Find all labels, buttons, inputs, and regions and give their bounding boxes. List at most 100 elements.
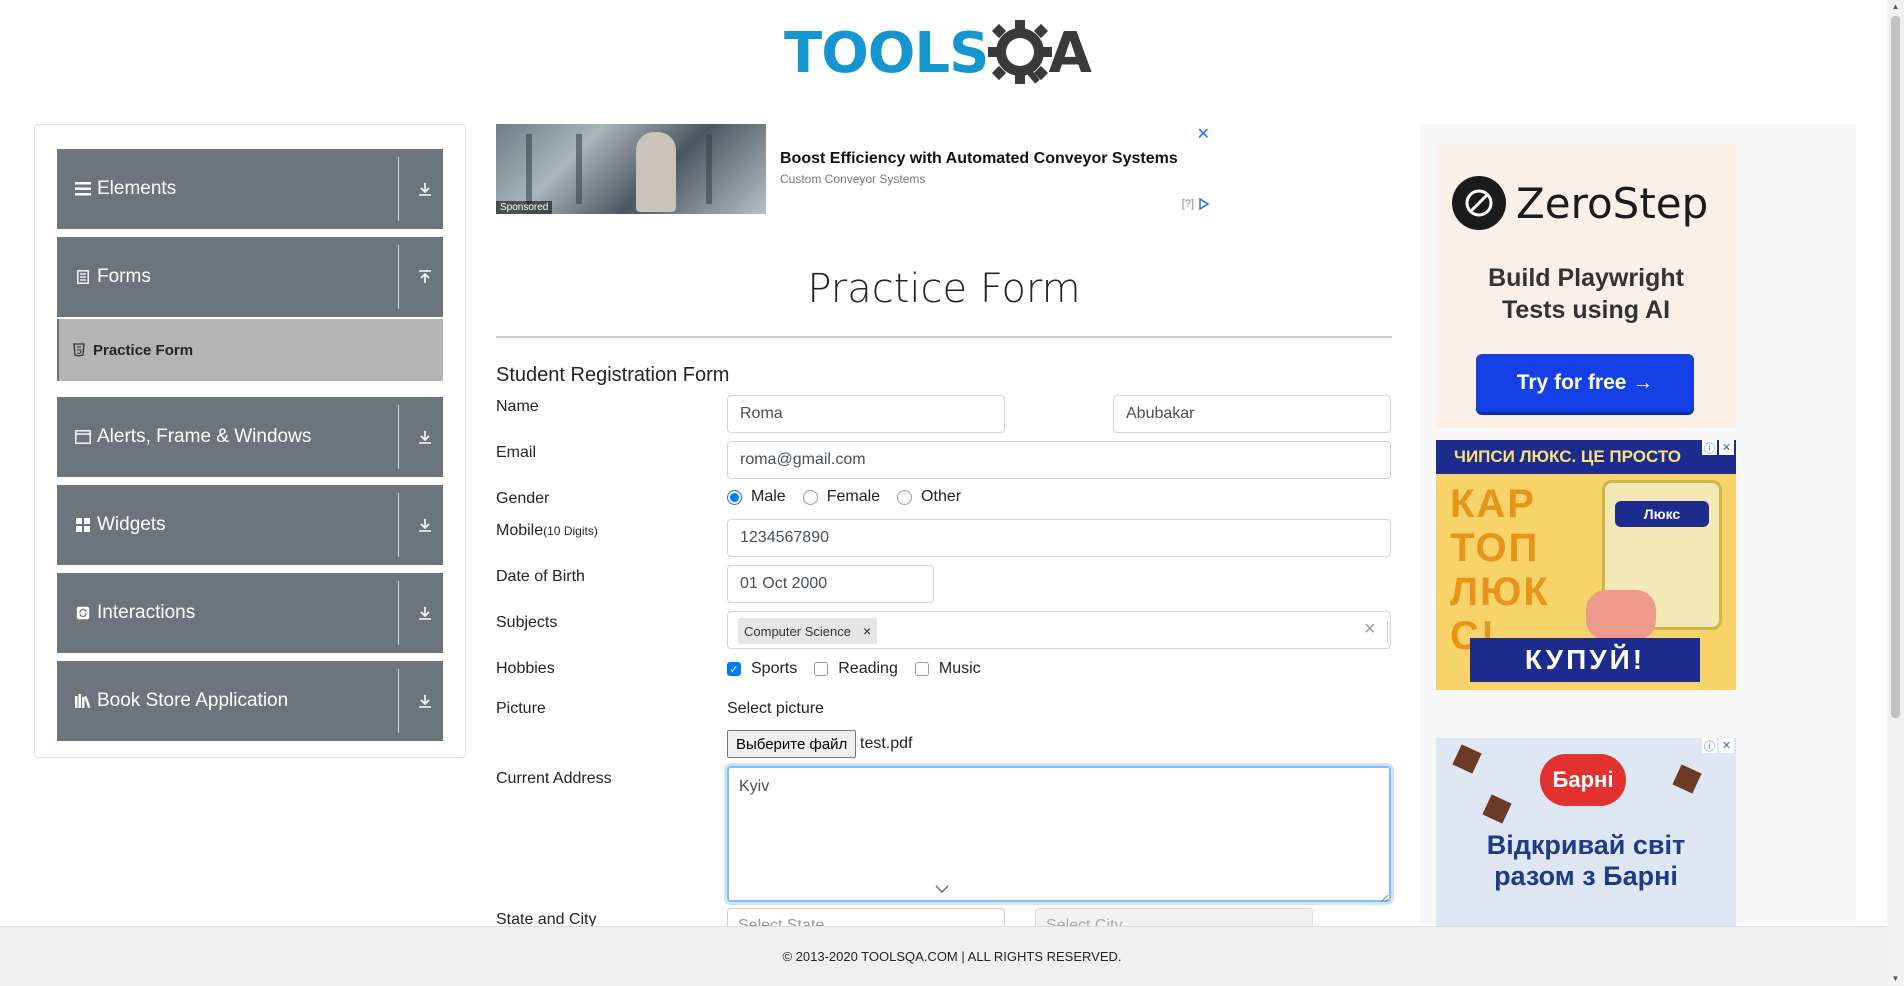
sidebar-group-interactions[interactable]: Interactions (57, 573, 443, 653)
checkbox-label-music: Music (938, 660, 981, 677)
checkbox-reading[interactable] (814, 662, 829, 676)
ad-choice-icons[interactable]: ⓘ ✕ (1702, 738, 1734, 753)
adchoices-info-icon[interactable]: ⓘ (1702, 738, 1717, 753)
ad-chips-lux[interactable]: ЧИПСИ ЛЮКС. ЦЕ ПРОСТО КАР ТОП ЛЮК С! Люк… (1436, 440, 1736, 690)
radio-female[interactable] (802, 489, 818, 505)
upload-arrow-icon (417, 270, 433, 284)
sidebar-group-book-store[interactable]: Book Store Application (57, 661, 443, 741)
zerostep-tagline: Build Playwright Tests using AI (1436, 262, 1736, 326)
chips-brand-label: Люкс (1615, 501, 1709, 527)
mobile-input[interactable]: 1234567890 (727, 519, 1391, 557)
title-divider (496, 336, 1392, 338)
hobby-music-option[interactable]: Music (914, 660, 981, 678)
email-input[interactable]: roma@gmail.com (727, 441, 1391, 479)
group-separator (398, 405, 399, 469)
ad-close-icon[interactable]: ✕ (1719, 738, 1734, 753)
logo-text-qa: A (988, 18, 1092, 88)
barni-slogan-line-1: Відкривай світ (1486, 830, 1686, 860)
try-for-free-button[interactable]: Try for free → (1476, 354, 1694, 412)
adchoices-info-icon[interactable]: ⓘ (1702, 440, 1717, 455)
toolsqa-logo[interactable]: TOOLS A (784, 14, 1092, 92)
zerostep-logo-icon (1452, 176, 1506, 230)
document-icon (75, 269, 91, 285)
ad-info-label: [?] (1181, 198, 1194, 210)
label-gender: Gender (496, 490, 550, 507)
radio-label-male: Male (751, 488, 786, 505)
label-mobile: Mobile(10 Digits) (496, 522, 598, 540)
download-arrow-icon (417, 430, 433, 444)
ad-choices[interactable]: [?] (1182, 198, 1210, 210)
group-separator (398, 581, 399, 645)
ad-close-icon[interactable]: ✕ (1197, 124, 1210, 144)
label-current-address: Current Address (496, 770, 612, 787)
scrollbar-thumb[interactable] (1891, 16, 1900, 718)
chips-ad-headline: ЧИПСИ ЛЮКС. ЦЕ ПРОСТО (1436, 440, 1736, 474)
chips-big-line-2: ТОП (1450, 526, 1540, 570)
subjects-separator (1387, 620, 1388, 642)
sidebar-group-alerts[interactable]: Alerts, Frame & Windows (57, 397, 443, 477)
chips-big-line-3: ЛЮК (1450, 570, 1550, 614)
scroll-up-icon[interactable]: ▲ (1891, 2, 1900, 12)
footer: © 2013-2020 TOOLSQA.COM | ALL RIGHTS RES… (0, 926, 1904, 986)
group-separator (398, 245, 399, 309)
date-of-birth-input[interactable]: 01 Oct 2000 (727, 565, 934, 603)
checkbox-label-reading: Reading (838, 660, 898, 677)
ad-choice-icons[interactable]: ⓘ ✕ (1702, 440, 1734, 455)
ad-banner-top[interactable]: Sponsored Boost Efficiency with Automate… (496, 124, 1224, 216)
group-separator (398, 157, 399, 221)
choose-file-button[interactable]: Выберите файл (727, 730, 857, 758)
resize-handle-icon[interactable] (1380, 890, 1389, 908)
radio-other[interactable] (897, 489, 913, 505)
sidebar-group-forms[interactable]: Forms (57, 237, 443, 317)
label-mobile-text: Mobile (496, 522, 544, 539)
sidebar-group-elements[interactable]: Elements (57, 149, 443, 229)
ad-close-icon[interactable]: ✕ (1719, 440, 1734, 455)
radio-male[interactable] (727, 489, 742, 505)
sidebar-item-practice-form[interactable]: Practice Form (57, 319, 443, 381)
chips-ad-big-text: КАР ТОП ЛЮК С! (1450, 482, 1550, 658)
checkbox-label-sports: Sports (751, 660, 798, 677)
hobby-reading-option[interactable]: Reading (814, 660, 898, 678)
ad-barni[interactable]: Барні Відкривай світ разом з Барні (1436, 738, 1736, 928)
subjects-clear-icon[interactable]: × (1364, 618, 1376, 641)
selected-file-name: test.pdf (860, 735, 913, 752)
ad-subtitle: Custom Conveyor Systems (780, 172, 926, 186)
group-separator (398, 669, 399, 733)
books-icon (75, 693, 91, 709)
scroll-down-icon[interactable]: ▼ (1891, 974, 1900, 984)
subject-chip-label: Computer Science (744, 623, 851, 639)
html5-icon (73, 343, 85, 357)
footer-copyright: © 2013-2020 TOOLSQA.COM | ALL RIGHTS RES… (782, 949, 1122, 964)
ad-zerostep[interactable]: ZeroStep Build Playwright Tests using AI… (1436, 144, 1736, 428)
gender-female-option[interactable]: Female (802, 488, 881, 506)
hobby-sports-option[interactable]: ✓ Sports (727, 660, 797, 678)
label-subjects: Subjects (496, 614, 558, 631)
first-name-input[interactable]: Roma (727, 395, 1005, 433)
current-address-textarea[interactable]: Kyiv (727, 766, 1391, 902)
page-scrollbar[interactable]: ▲ ▼ (1887, 0, 1904, 986)
chip-remove-icon[interactable]: × (863, 623, 871, 639)
chocolate-piece-image (1482, 794, 1512, 824)
download-arrow-icon (417, 606, 433, 620)
checkbox-sports[interactable]: ✓ (727, 662, 741, 676)
barni-slogan-line-2: разом з Барні (1494, 861, 1678, 891)
zerostep-tagline-2: Tests using AI (1501, 296, 1671, 324)
sidebar-group-label: Interactions (97, 602, 196, 623)
select-picture-label: Select picture (727, 700, 824, 717)
gender-other-option[interactable]: Other (897, 488, 961, 506)
radio-label-female: Female (826, 488, 881, 505)
page-title: Practice Form (807, 266, 1081, 312)
sidebar-group-widgets[interactable]: Widgets (57, 485, 443, 565)
sidebar-group-label: Book Store Application (97, 690, 289, 711)
ad-title[interactable]: Boost Efficiency with Automated Conveyor… (780, 150, 1178, 168)
hand-image (1586, 590, 1656, 640)
last-name-input[interactable]: Abubakar (1113, 395, 1391, 433)
radio-label-other: Other (921, 488, 962, 505)
label-picture: Picture (496, 700, 546, 717)
chocolate-piece-image (1452, 744, 1482, 774)
list-icon (75, 181, 91, 197)
checkbox-music[interactable] (914, 662, 929, 676)
chips-buy-label: КУПУЙ! (1470, 638, 1700, 682)
grid-icon (75, 517, 91, 533)
gender-male-option[interactable]: Male (727, 488, 786, 506)
